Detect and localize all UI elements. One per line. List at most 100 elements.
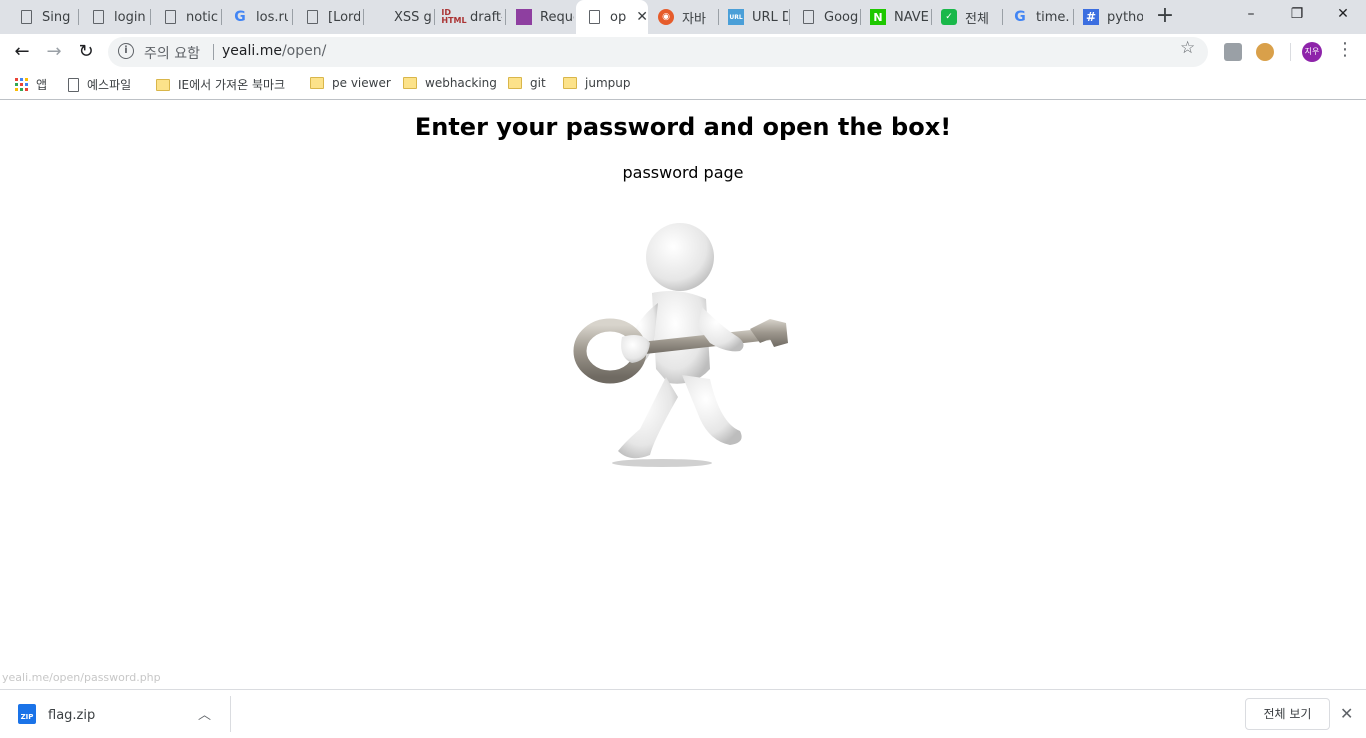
page-icon (800, 9, 816, 25)
password-page-text: password page (622, 163, 744, 182)
folder-icon (403, 77, 417, 89)
bookmark-label: pe viewer (332, 76, 391, 90)
tab-9[interactable]: ◉ 자바 (648, 0, 716, 34)
bookmark-label: webhacking (425, 76, 497, 90)
forward-button[interactable]: → (40, 38, 68, 66)
bookmark-label: 예스파일 (87, 78, 132, 92)
bookmark-star-icon[interactable]: ☆ (1180, 38, 1195, 58)
url-path: /open/ (281, 43, 327, 59)
security-warning[interactable]: 주의 요함 (144, 43, 200, 63)
bookmark-ie-folder[interactable]: IE에서 가져온 북마크 (156, 76, 285, 93)
page-heading: Enter your password and open the box! (414, 113, 952, 141)
tab-strip: Sing login notic G los.ru [Lord XSS g ID… (0, 0, 1366, 34)
apps-grid-icon (15, 78, 28, 91)
divider (213, 44, 214, 60)
tab-label: draft- (470, 9, 502, 25)
bookmark-label: IE에서 가져온 북마크 (178, 78, 286, 92)
back-arrow-icon: ← (14, 41, 30, 62)
tab-label: time. (1036, 9, 1070, 25)
page-icon (304, 9, 320, 25)
bookmark-label: git (530, 76, 546, 90)
orange-icon: ◉ (658, 9, 674, 25)
url-text[interactable]: yeali.me/open/ (222, 43, 326, 59)
bookmark-apps[interactable]: 앱 (15, 76, 47, 93)
page-icon (586, 9, 602, 25)
back-button[interactable]: ← (8, 38, 36, 66)
reload-icon: ↻ (78, 41, 94, 62)
tab-15[interactable]: # pytho (1073, 0, 1143, 34)
tab-label: 자바 (682, 11, 706, 27)
bookmark-yesfile[interactable]: 예스파일 (68, 76, 131, 93)
tab-7[interactable]: Reque (506, 0, 574, 34)
tab-0[interactable]: Sing (8, 0, 74, 34)
zip-file-icon: ZIP (18, 704, 36, 724)
google-icon: G (1014, 9, 1026, 25)
tab-label: pytho (1107, 9, 1143, 25)
tab-label: los.ru (256, 9, 288, 25)
tab-label: Sing (42, 9, 71, 25)
restore-button[interactable]: ❐ (1274, 0, 1320, 30)
tab-11[interactable]: Goog (790, 0, 858, 34)
folder-icon (563, 77, 577, 89)
close-tab-icon[interactable]: ✕ (636, 9, 648, 25)
tab-8-active[interactable]: op ✕ (576, 0, 648, 34)
folder-icon (310, 77, 324, 89)
page-icon (162, 9, 178, 25)
divider (1290, 43, 1291, 61)
id-html-icon: ID HTML (441, 8, 467, 25)
chevron-up-icon[interactable]: ︿ (198, 704, 211, 723)
bookmark-label: 앱 (36, 78, 48, 92)
tab-4[interactable]: [Lord (294, 0, 360, 34)
url-host: yeali.me (222, 43, 282, 59)
cookie-extension-icon[interactable] (1256, 43, 1274, 61)
purple-square-icon (516, 9, 532, 25)
page-icon (18, 9, 34, 25)
tab-label: XSS g (394, 9, 432, 25)
menu-icon[interactable]: ⋮ (1336, 40, 1354, 60)
close-icon[interactable]: ✕ (1340, 704, 1353, 723)
tab-label: login (114, 9, 146, 25)
tab-label: Goog (824, 9, 858, 25)
minimize-button[interactable]: – (1228, 0, 1274, 30)
tab-3[interactable]: G los.ru (222, 0, 288, 34)
bookmark-pe-viewer[interactable]: pe viewer (310, 76, 391, 90)
tab-5[interactable]: XSS g (370, 0, 432, 34)
download-file-name[interactable]: flag.zip (48, 708, 95, 723)
url-icon: URL (728, 9, 744, 25)
address-bar[interactable]: i 주의 요함 yeali.me/open/ (108, 37, 1208, 67)
tab-12[interactable]: N NAVE (860, 0, 930, 34)
bookmark-jumpup[interactable]: jumpup (563, 76, 630, 90)
extension-icon[interactable] (1224, 43, 1242, 61)
folder-icon (508, 77, 522, 89)
tab-13[interactable]: ✓ 전체 (931, 0, 1001, 34)
bookmark-webhacking[interactable]: webhacking (403, 76, 497, 90)
bookmark-label: jumpup (585, 76, 631, 90)
reload-button[interactable]: ↻ (72, 38, 100, 66)
tab-2[interactable]: notic (152, 0, 218, 34)
hash-icon: # (1083, 9, 1099, 25)
green-icon: ✓ (941, 9, 957, 25)
profile-avatar[interactable]: 지우 (1302, 42, 1322, 62)
tab-label: notic (186, 9, 218, 25)
tab-label: NAVE (894, 9, 929, 25)
show-all-button[interactable]: 전체 보기 (1245, 698, 1330, 730)
browser-toolbar: ← → ↻ i 주의 요함 yeali.me/open/ ☆ 지우 ⋮ (0, 34, 1366, 70)
tab-14[interactable]: G time. (1002, 0, 1072, 34)
folder-icon (156, 78, 170, 91)
close-window-button[interactable]: ✕ (1320, 0, 1366, 30)
tab-label: op (610, 9, 627, 25)
tab-1[interactable]: login (80, 0, 146, 34)
tab-label: URL D (752, 9, 788, 25)
tab-10[interactable]: URL URL D (718, 0, 788, 34)
downloads-shelf: ZIP flag.zip ︿ 전체 보기 ✕ (0, 689, 1366, 738)
bookmark-git[interactable]: git (508, 76, 546, 90)
info-icon[interactable]: i (118, 43, 134, 59)
tab-label: 전체 (965, 11, 989, 27)
man-with-key-illustration (573, 223, 788, 467)
tab-label: [Lord (328, 9, 360, 25)
tab-label: Reque (540, 9, 574, 25)
page-content: Enter your password and open the box! pa… (0, 101, 1366, 689)
status-url: yeali.me/open/password.php (2, 671, 161, 684)
tab-6[interactable]: IDHTML draft- (436, 0, 502, 34)
new-tab-button[interactable]: + (1152, 4, 1178, 30)
